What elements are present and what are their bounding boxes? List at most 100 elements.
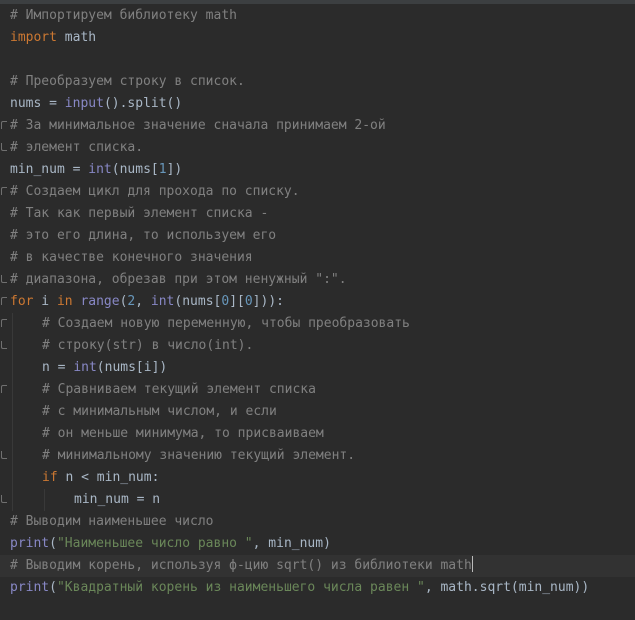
comment: # Преобразуем строку в список.	[10, 74, 245, 89]
code-line[interactable]: # Выводим наименьшее число	[0, 511, 635, 533]
fold-marker-icon[interactable]	[1, 297, 7, 305]
code-fragment: (nums[i])	[96, 360, 168, 375]
fold-marker-icon[interactable]	[1, 495, 7, 503]
code-fragment: (nums[	[174, 294, 222, 309]
code-line[interactable]: # элемент списка.	[0, 137, 635, 159]
comment: # он меньше минимума, то присваиваем	[42, 426, 324, 441]
indent-guide	[12, 357, 13, 379]
keyword-for: for	[10, 294, 34, 309]
builtin-int: int	[150, 294, 175, 309]
code-fragment: ,	[135, 294, 151, 309]
code-line[interactable]: print("Наименьшее число равно ", min_num…	[0, 533, 635, 555]
print-statement: print("Квадратный корень из наименьшего …	[10, 577, 589, 599]
code-line[interactable]: # в качестве конечного значения	[0, 247, 635, 269]
code-line[interactable]: # Создаем цикл для прохода по списку.	[0, 181, 635, 203]
fold-marker-icon[interactable]	[1, 143, 7, 151]
comment: # Создаем новую переменную, чтобы преобр…	[42, 316, 410, 331]
builtin-input: input	[64, 96, 104, 111]
text-caret	[471, 556, 474, 572]
code-editor[interactable]: # Импортируем библиотеку math import mat…	[0, 0, 635, 620]
comment: # За минимальное значение сначала приним…	[10, 118, 386, 133]
code-line[interactable]: for i in range(2, int(nums[0][0])):	[0, 291, 635, 313]
assignment-min-num: min_num = int(nums[1])	[10, 159, 182, 181]
identifier: n =	[42, 360, 74, 375]
import-statement: import math	[10, 27, 96, 49]
number-literal: 0	[244, 294, 253, 309]
code-line[interactable]: # диапазона, обрезав при этом ненужный "…	[0, 269, 635, 291]
code-line[interactable]: import math	[0, 27, 635, 49]
identifier: min_num =	[10, 162, 89, 177]
string-literal: "Квадратный корень из наименьшего числа …	[56, 580, 425, 595]
fold-marker-icon[interactable]	[1, 319, 7, 327]
editor-top-border	[0, 0, 635, 4]
code-fragment: , math.sqrt(min_num))	[424, 580, 590, 595]
code-line[interactable]: # За минимальное значение сначала приним…	[0, 115, 635, 137]
fold-marker-icon[interactable]	[1, 187, 7, 195]
code-fragment: ][	[229, 294, 245, 309]
assignment-nums: nums = input().split()	[10, 93, 182, 115]
code-line[interactable]: # с минимальным числом, и если	[0, 401, 635, 423]
comment: # с минимальным числом, и если	[42, 404, 277, 419]
code-line[interactable]: min_num = n	[0, 489, 635, 511]
comment: # Выводим наименьшее число	[10, 514, 214, 529]
comment: # это его длина, то используем его	[10, 228, 277, 243]
code-line[interactable]: min_num = int(nums[1])	[0, 159, 635, 181]
code-line[interactable]: print("Квадратный корень из наименьшего …	[0, 577, 635, 599]
code-line[interactable]: n = int(nums[i])	[0, 357, 635, 379]
code-line[interactable]: # Преобразуем строку в список.	[0, 71, 635, 93]
builtin-int: int	[73, 360, 97, 375]
indent-guide	[12, 335, 13, 357]
code-fragment: ])):	[252, 294, 284, 309]
comment: # Импортируем библиотеку math	[10, 8, 237, 23]
comment: # минимальному значению текущий элемент.	[42, 448, 356, 463]
keyword-import: import	[10, 30, 57, 45]
code-line[interactable]: # минимальному значению текущий элемент.	[0, 445, 635, 467]
comment-text: # Выводим корень, используя ф-цию sqrt()…	[10, 558, 472, 573]
code-area[interactable]: # Импортируем библиотеку math import mat…	[0, 5, 635, 599]
code-line[interactable]: # строку(str) в число(int).	[0, 335, 635, 357]
code-fragment: (nums[	[111, 162, 159, 177]
comment: # элемент списка.	[10, 140, 144, 155]
comment: # Выводим корень, используя ф-цию sqrt()…	[10, 555, 474, 577]
indent-guide	[44, 489, 45, 511]
call-split: ().split()	[103, 96, 183, 111]
indent-guide	[12, 445, 13, 467]
code-fragment: , min_num)	[252, 536, 331, 551]
fold-marker-icon[interactable]	[1, 341, 7, 349]
assignment-min-num: min_num = n	[74, 492, 161, 507]
indent-guide	[12, 313, 13, 335]
number-literal: 0	[221, 294, 230, 309]
fold-marker-icon[interactable]	[1, 275, 7, 283]
module-name: math	[64, 30, 97, 45]
code-line[interactable]: # это его длина, то используем его	[0, 225, 635, 247]
fold-marker-icon[interactable]	[1, 451, 7, 459]
fold-marker-icon[interactable]	[1, 385, 7, 393]
indent-guide	[12, 379, 13, 401]
if-statement: if n < min_num:	[42, 467, 159, 489]
code-line[interactable]: # Сравниваем текущий элемент списка	[0, 379, 635, 401]
indent-guide	[12, 401, 13, 423]
code-line[interactable]: if n < min_num:	[0, 467, 635, 489]
print-statement: print("Наименьшее число равно ", min_num…	[10, 533, 331, 555]
for-statement: for i in range(2, int(nums[0][0])):	[10, 291, 284, 313]
condition: n < min_num:	[57, 470, 160, 485]
code-line[interactable]: # Импортируем библиотеку math	[0, 5, 635, 27]
code-line-current[interactable]: # Выводим корень, используя ф-цию sqrt()…	[0, 555, 635, 577]
indent-guide	[12, 423, 13, 445]
builtin-print: print	[10, 536, 50, 551]
fold-marker-icon[interactable]	[1, 121, 7, 129]
code-line-empty[interactable]	[0, 49, 635, 71]
code-fragment: (	[49, 580, 57, 595]
code-line[interactable]: # он меньше минимума, то присваиваем	[0, 423, 635, 445]
comment: # диапазона, обрезав при этом ненужный "…	[10, 272, 347, 287]
assignment-n: n = int(nums[i])	[42, 357, 167, 379]
code-fragment: ])	[166, 162, 183, 177]
string-literal: "Наименьшее число равно "	[56, 536, 253, 551]
comment: # в качестве конечного значения	[10, 250, 253, 265]
code-line[interactable]: nums = input().split()	[0, 93, 635, 115]
comment: # строку(str) в число(int).	[42, 338, 254, 353]
code-line[interactable]: # Так как первый элемент списка -	[0, 203, 635, 225]
code-line[interactable]: # Создаем новую переменную, чтобы преобр…	[0, 313, 635, 335]
number-literal: 1	[158, 162, 167, 177]
comment: # Сравниваем текущий элемент списка	[42, 382, 316, 397]
